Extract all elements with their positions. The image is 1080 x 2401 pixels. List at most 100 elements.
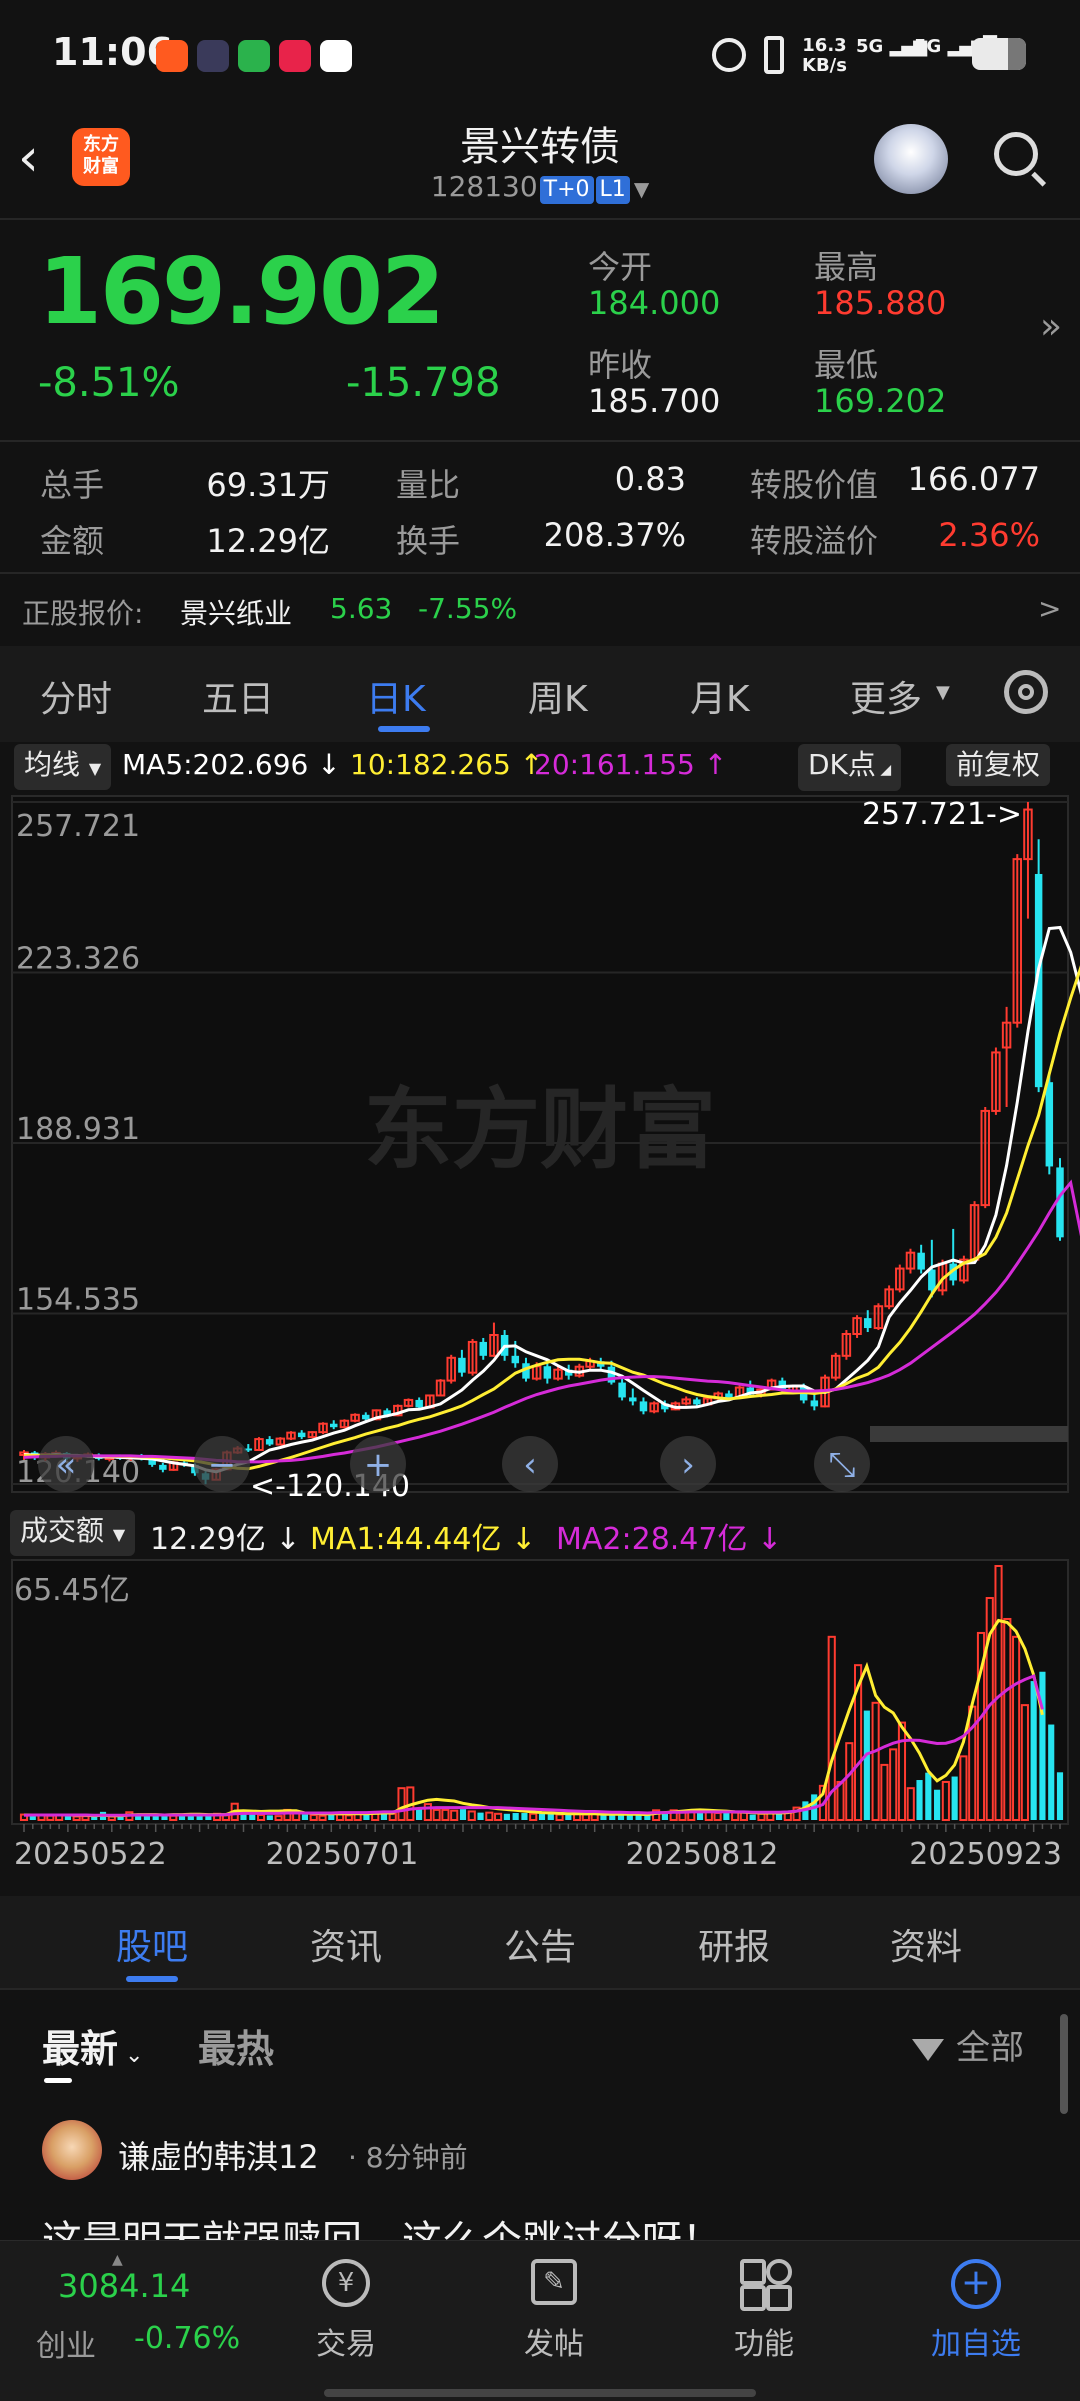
- index-name: 创业: [36, 2329, 96, 2364]
- news-tab-1[interactable]: 资讯: [310, 1918, 382, 1970]
- nav-post-label: 发帖: [524, 2327, 584, 2362]
- sort-latest-label: 最新: [42, 2027, 119, 2071]
- expand-icon[interactable]: »: [1040, 306, 1062, 347]
- notification-icons: [156, 40, 353, 76]
- volume-label: 总手: [40, 466, 105, 504]
- volume-bar: [547, 1814, 554, 1820]
- volume-bar: [328, 1814, 335, 1820]
- dk-point-button[interactable]: DK点 ◢: [798, 744, 902, 791]
- nav-functions[interactable]: 功能: [684, 2259, 844, 2363]
- volume-ratio-label: 量比: [396, 466, 461, 504]
- tab-period-2[interactable]: 日K: [366, 670, 426, 722]
- wechat-icon: [238, 40, 271, 72]
- fullscreen-icon[interactable]: ⤡: [828, 1445, 855, 1485]
- scroll-right-icon[interactable]: ›: [681, 1445, 695, 1485]
- underlying-name: 景兴纸业: [180, 597, 293, 630]
- volume-bar: [503, 1813, 510, 1820]
- volume-bar: [1056, 1772, 1064, 1820]
- volume-bar: [1030, 1681, 1037, 1820]
- corner-arrow-icon: ◢: [875, 762, 892, 778]
- filter-button[interactable]: 全部: [912, 2020, 1024, 2069]
- volume-legend-row: 成交额 ▼ 12.29亿 ↓ MA1:44.44亿 ↓ MA2:28.47亿 ↓: [0, 1508, 1080, 1557]
- tab-period-4[interactable]: 月K: [690, 670, 750, 722]
- zoom-in-icon[interactable]: +: [364, 1445, 393, 1485]
- sort-latest-button[interactable]: 最新 ⌄: [42, 2018, 143, 2073]
- post-text[interactable]: 这是明天就强赎回，这么个跳过分呀！: [42, 2208, 722, 2240]
- shopping-app-icon: [279, 40, 312, 72]
- volume-bar: [863, 1710, 870, 1820]
- candle-body: [329, 1423, 338, 1428]
- active-tab-indicator: [378, 726, 430, 732]
- candle-body: [511, 1355, 520, 1364]
- volume-ratio-value: 0.83: [614, 460, 686, 498]
- trade-yen-icon: ¥: [322, 2259, 370, 2307]
- avatar[interactable]: [42, 2120, 102, 2180]
- volume-bar: [266, 1815, 273, 1820]
- settings-gear-icon[interactable]: [1004, 670, 1048, 714]
- news-tab-0[interactable]: 股吧: [116, 1918, 188, 1970]
- nav-trade[interactable]: ¥ 交易: [266, 2259, 426, 2363]
- news-tab-3[interactable]: 研报: [698, 1918, 770, 1970]
- turnover-label: 换手: [396, 522, 461, 560]
- kline-chart[interactable]: 257.721223.326188.931154.535120.140东方财富2…: [0, 790, 1080, 1500]
- dropdown-icon: ▼: [633, 177, 650, 201]
- candle-body: [159, 1464, 167, 1470]
- tab-period-5[interactable]: 更多: [850, 670, 922, 722]
- nav-post[interactable]: ✎ 发帖: [474, 2259, 634, 2363]
- scroll-left-icon[interactable]: ‹: [523, 1445, 537, 1485]
- tab-period-3[interactable]: 周K: [528, 670, 588, 722]
- scrollbar[interactable]: [1060, 2014, 1068, 2114]
- status-time: 11:06: [52, 30, 173, 74]
- ma-selector-button[interactable]: 均线 ▼: [14, 744, 112, 790]
- news-tab-4[interactable]: 资料: [890, 1918, 962, 1970]
- tab-period-1[interactable]: 五日: [202, 670, 274, 722]
- tab-period-0[interactable]: 分时: [40, 670, 112, 722]
- volume-chart[interactable]: 65.45亿 20250522 20250701 20250812 20250923: [0, 1556, 1080, 1896]
- volume-indicator-button[interactable]: 成交额 ▼: [10, 1510, 136, 1556]
- volume-bar: [749, 1814, 756, 1820]
- y-axis-label: 188.931: [16, 1112, 140, 1147]
- volume-bar: [521, 1813, 528, 1820]
- volume-bar: [951, 1776, 958, 1820]
- collapse-indicator: ▲: [112, 2252, 123, 2268]
- volume-bar: [1039, 1671, 1046, 1820]
- zoom-out-icon[interactable]: −: [208, 1445, 237, 1485]
- ma-legend-row: 均线 ▼ MA5:202.696 ↓ 10:182.265 ↑ 20:161.1…: [0, 742, 1080, 791]
- nav-add-watchlist[interactable]: + 加自选: [896, 2259, 1056, 2363]
- volume-bar: [91, 1816, 98, 1820]
- underlying-stock-row[interactable]: 正股报价: 景兴纸业 5.63 -7.55% >: [0, 574, 1080, 644]
- sort-hot-button[interactable]: 最热: [198, 2018, 274, 2073]
- conversion-value: 166.077: [907, 460, 1040, 498]
- volume-bar: [64, 1816, 71, 1820]
- news-tab-2[interactable]: 公告: [504, 1918, 576, 1970]
- candle-body: [1045, 1082, 1054, 1167]
- ma20-legend: 20:161.155 ↑: [534, 748, 728, 781]
- double-left-icon[interactable]: «: [56, 1445, 77, 1485]
- conversion-premium-value: 2.36%: [938, 516, 1040, 554]
- last-price: 169.902: [38, 238, 445, 345]
- post-time: · 8分钟前: [348, 2141, 468, 2174]
- level-badge: L1: [595, 176, 630, 204]
- price-adjust-button[interactable]: 前复权: [946, 744, 1051, 786]
- dropdown-icon: ▼: [88, 759, 102, 778]
- dk-point-label: DK点: [808, 748, 876, 781]
- filter-icon: [912, 2038, 944, 2061]
- conversion-value-label: 转股价值: [750, 466, 879, 504]
- amount-label: 金额: [40, 522, 105, 560]
- candle-body: [810, 1400, 819, 1407]
- period-tabs: 分时 五日 日K 周K 月K 更多 ▼: [0, 646, 1080, 742]
- post-username[interactable]: 谦虚的韩淇12: [118, 2132, 319, 2178]
- search-icon[interactable]: [994, 132, 1047, 187]
- change-percent: -8.51%: [38, 360, 180, 406]
- add-circle-icon: +: [951, 2259, 1001, 2309]
- volume-bar: [152, 1816, 159, 1820]
- volume-bar: [925, 1772, 932, 1820]
- change-amount: -15.798: [346, 360, 501, 406]
- volume-bar: [477, 1812, 484, 1820]
- signal-2-label: 5G: [914, 36, 942, 57]
- volume-current: 12.29亿 ↓: [150, 1522, 301, 1557]
- robot-assistant-icon[interactable]: [874, 124, 948, 194]
- volume-bar: [459, 1809, 467, 1820]
- candle-body: [618, 1382, 626, 1398]
- index-value[interactable]: 3084.14: [58, 2267, 190, 2305]
